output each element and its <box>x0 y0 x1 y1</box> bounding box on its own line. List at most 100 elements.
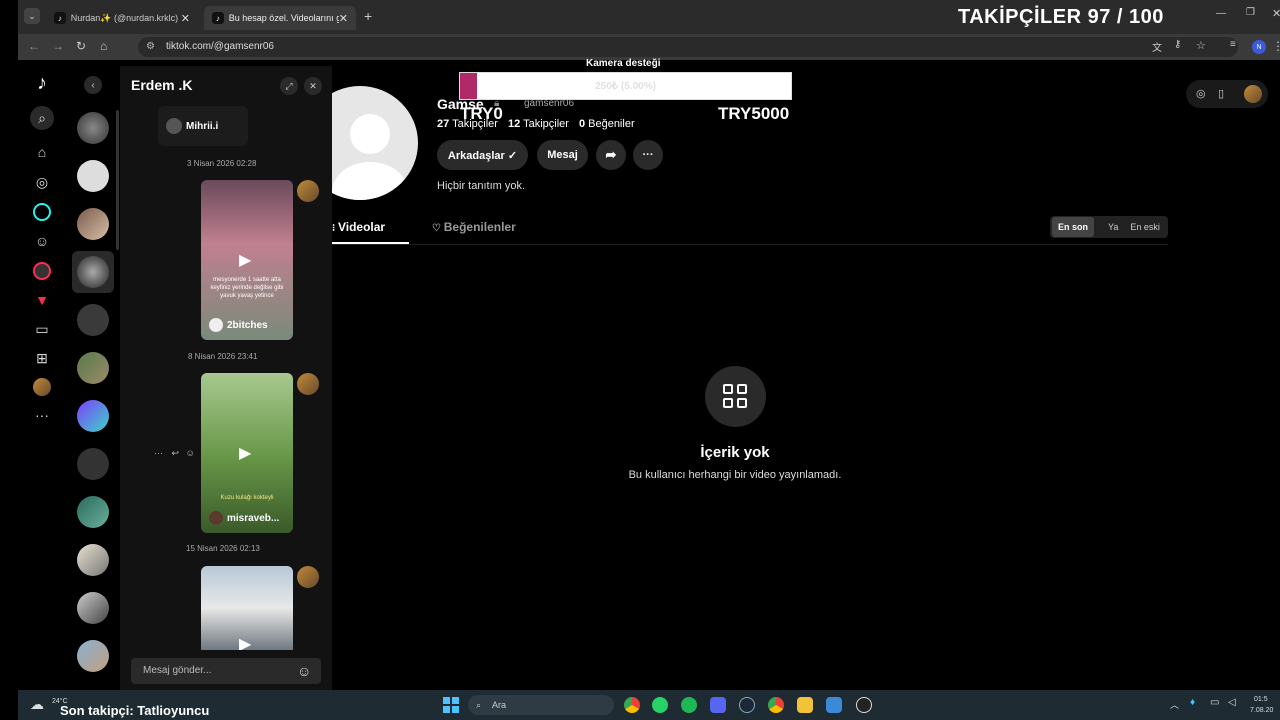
steam-icon[interactable] <box>739 697 755 713</box>
close-tab-icon[interactable]: ✕ <box>339 12 348 25</box>
url-field[interactable]: ⚙ tiktok.com/@gamsenr06 <box>138 37 1238 57</box>
start-button[interactable] <box>443 697 459 713</box>
user-avatar-icon[interactable] <box>1244 85 1262 103</box>
sort-popular[interactable]: Ya <box>1100 217 1126 237</box>
reload-icon[interactable]: ↻ <box>76 39 86 53</box>
sender-avatar[interactable] <box>297 373 319 395</box>
share-icon[interactable]: ➦ <box>596 140 626 170</box>
app-icon[interactable] <box>826 697 842 713</box>
conversation-avatar[interactable] <box>77 160 109 192</box>
close-tab-icon[interactable]: ✕ <box>181 12 190 25</box>
play-icon[interactable]: ▶ <box>239 443 251 463</box>
weather-icon[interactable]: ☁ <box>30 696 44 713</box>
new-tab-button[interactable]: + <box>364 8 372 24</box>
sort-oldest[interactable]: En eski <box>1126 217 1164 237</box>
shared-user-card[interactable]: Mihrii.i <box>158 106 248 146</box>
bookmark-star-icon[interactable]: ☆ <box>1196 39 1206 52</box>
tray-chevron-icon[interactable]: ︿ <box>1170 698 1179 711</box>
compass-icon[interactable]: ◎ <box>1196 87 1206 100</box>
taskbar-search[interactable]: ⌕ Ara <box>468 695 614 715</box>
collapse-conversations-button[interactable]: ‹ <box>84 76 102 94</box>
conversation-avatar[interactable] <box>77 112 109 144</box>
home-icon[interactable]: ⌂ <box>100 39 107 53</box>
conversation-avatar[interactable] <box>77 448 109 480</box>
react-icon[interactable]: ☺ <box>186 448 195 458</box>
reply-icon[interactable]: ↩ <box>172 448 180 458</box>
clock-time[interactable]: 01:5 <box>1254 696 1268 703</box>
conversation-avatar[interactable] <box>77 352 109 384</box>
explore-icon[interactable]: ◎ <box>30 170 54 194</box>
back-icon[interactable]: ← <box>28 39 40 53</box>
more-icon[interactable]: ··· <box>30 403 54 427</box>
chrome-icon[interactable] <box>768 697 784 713</box>
last-follower-overlay: Son takipçi: Tatlioyuncu <box>60 703 210 718</box>
shared-video-1[interactable]: mesyonerde 1 saatte atta keyfiniz yerind… <box>201 180 293 340</box>
conversation-avatar[interactable] <box>77 400 109 432</box>
restore-icon[interactable]: ❐ <box>1246 7 1255 18</box>
conversation-avatar[interactable] <box>77 496 109 528</box>
play-icon[interactable]: ▶ <box>239 250 251 270</box>
close-window-icon[interactable]: ✕ <box>1272 7 1280 20</box>
shared-video-3[interactable]: ▶ <box>201 566 293 650</box>
home-nav-icon[interactable]: ⌂ <box>30 140 54 164</box>
tab-private-account[interactable]: ♪ Bu hesap özel. Videolarını görm ✕ <box>204 6 356 30</box>
conversation-avatar[interactable] <box>77 544 109 576</box>
device-icon[interactable]: ▯ <box>1218 87 1224 100</box>
chrome-taskbar-icon[interactable] <box>624 697 640 713</box>
expand-chat-icon[interactable]: ⤢ <box>280 77 298 95</box>
conversation-avatar[interactable] <box>77 592 109 624</box>
friends-button[interactable]: Arkadaşlar ✓ <box>437 140 528 170</box>
conversation-avatar[interactable] <box>77 208 109 240</box>
followers-stat[interactable]: 27 Takipçiler <box>437 118 498 130</box>
discord-icon[interactable] <box>710 697 726 713</box>
network-icon[interactable]: ▭ <box>1210 697 1219 708</box>
emoji-icon[interactable]: ☺ <box>297 658 311 684</box>
donation-max-amount: TRY5000 <box>718 104 790 123</box>
following-icon[interactable] <box>30 200 54 224</box>
media-controls-icon[interactable]: ≡ <box>1230 39 1236 50</box>
profile-nav-avatar[interactable] <box>30 375 54 399</box>
sort-latest[interactable]: En son <box>1052 217 1095 237</box>
tiktok-logo-icon[interactable]: ♪ <box>30 72 54 96</box>
obs-icon[interactable] <box>856 697 872 713</box>
following-stat[interactable]: 12 Takipçiler <box>508 118 569 130</box>
message-button[interactable]: Mesaj <box>537 140 588 170</box>
activity-icon[interactable]: ▭ <box>30 317 54 341</box>
more-options-icon[interactable]: ··· <box>633 140 663 170</box>
more-options-icon[interactable]: ··· <box>154 448 163 458</box>
close-chat-icon[interactable]: ✕ <box>304 77 322 95</box>
messages-icon[interactable]: ▼ <box>30 288 54 312</box>
page-tools: ◎ ▯ <box>1186 80 1268 108</box>
clock-date[interactable]: 7.08.20 <box>1250 707 1273 714</box>
translate-icon[interactable]: 文 <box>1152 39 1162 54</box>
search-icon[interactable]: ⌕ <box>30 106 54 130</box>
volume-icon[interactable]: ◁ <box>1228 697 1236 708</box>
spotify-icon[interactable] <box>681 697 697 713</box>
tab-nurdan[interactable]: ♪ Nurdan✨ (@nurdan.krklc) | Ti ✕ <box>46 6 198 30</box>
file-explorer-icon[interactable] <box>797 697 813 713</box>
sender-avatar[interactable] <box>297 566 319 588</box>
tab-liked[interactable]: ♡ Beğenilenler <box>432 220 516 234</box>
conversation-avatar[interactable] <box>77 304 109 336</box>
whatsapp-icon[interactable] <box>652 697 668 713</box>
tab-videos[interactable]: ⁝ Videolar <box>332 220 409 244</box>
sender-avatar[interactable] <box>297 180 319 202</box>
browser-menu-icon[interactable]: ⋮ <box>1272 39 1280 53</box>
conversation-avatar-selected[interactable] <box>77 256 109 288</box>
minimize-icon[interactable]: — <box>1216 8 1226 19</box>
play-icon[interactable]: ▶ <box>239 634 251 650</box>
forward-icon[interactable]: → <box>52 39 64 53</box>
tab-search-button[interactable]: ⌄ <box>24 8 40 24</box>
live-icon[interactable] <box>30 259 54 283</box>
conversation-avatar[interactable] <box>77 640 109 672</box>
site-info-icon[interactable]: ⚙ <box>146 37 155 57</box>
message-input[interactable]: Mesaj gönder... ☺ <box>131 658 321 684</box>
chat-panel: Erdem .K ⤢ ✕ Mihrii.i 3 Nisan 2026 02:28… <box>120 66 332 690</box>
shared-video-2[interactable]: Kuzu kulağı kokteyli ▶ misraveb... <box>201 373 293 533</box>
mic-icon[interactable]: ♦ <box>1190 697 1195 708</box>
friends-icon[interactable]: ☺ <box>30 229 54 253</box>
profile-avatar-icon[interactable]: N <box>1252 40 1266 54</box>
password-key-icon[interactable]: ⚷ <box>1174 39 1181 50</box>
upload-icon[interactable]: ⊞ <box>30 346 54 370</box>
avatar-scrollbar[interactable] <box>116 110 119 250</box>
